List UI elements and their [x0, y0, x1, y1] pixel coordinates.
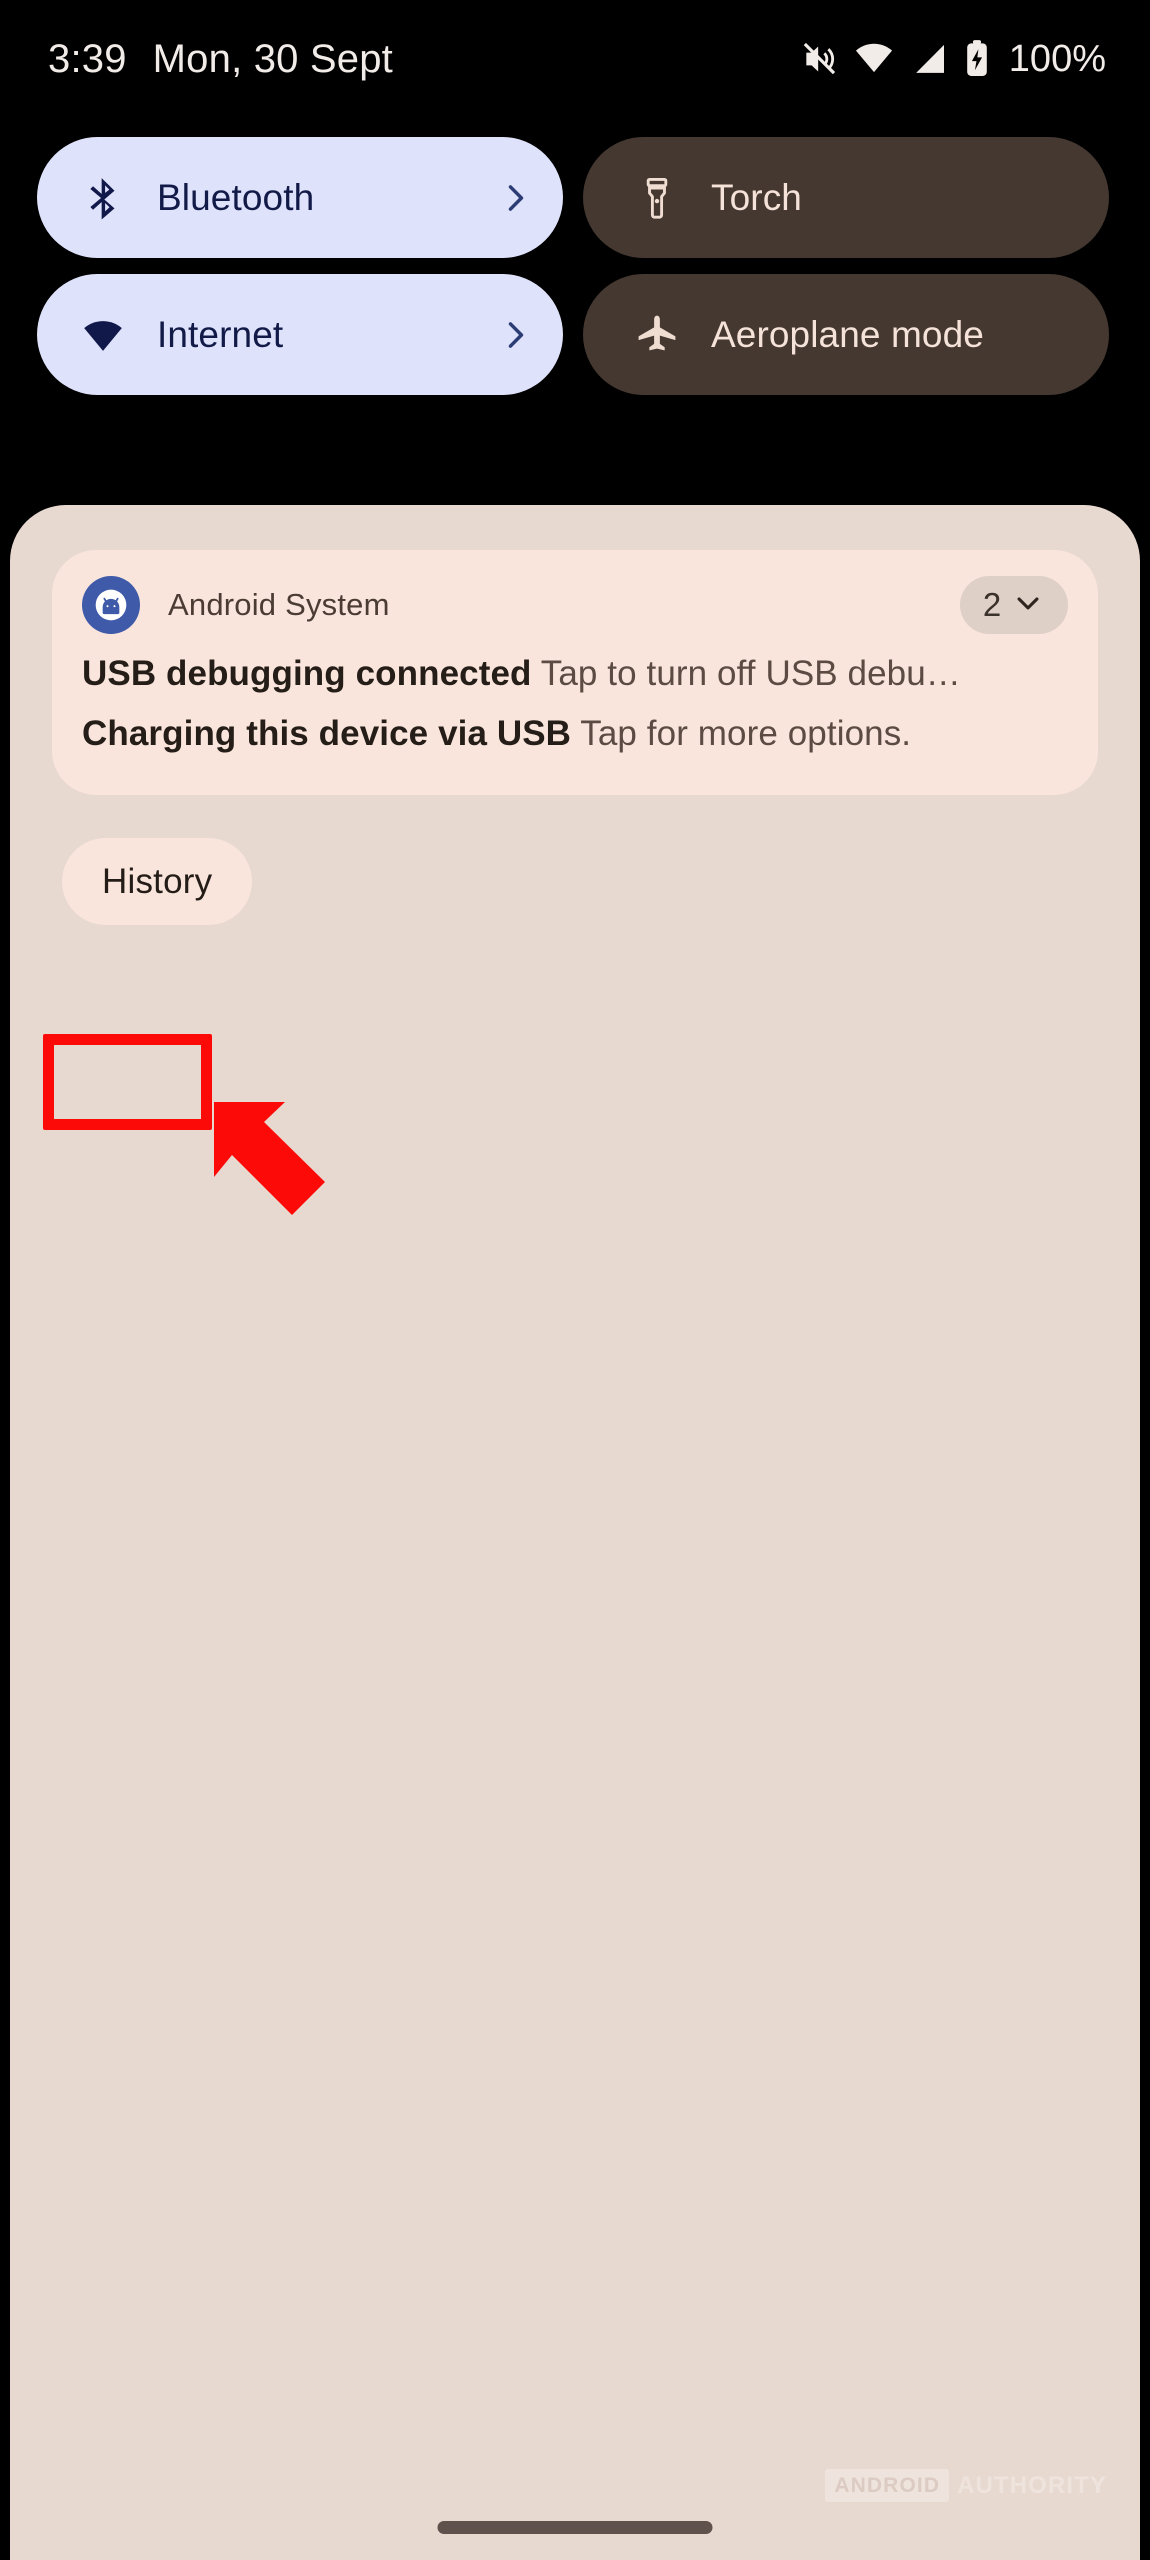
chevron-right-icon[interactable] — [497, 180, 533, 216]
status-bar-date: Mon, 30 Sept — [152, 36, 393, 81]
quick-settings-panel: Bluetooth Torch Internet Aeroplane mode — [0, 118, 1150, 411]
notification-title: USB debugging connected — [82, 654, 532, 693]
history-button-label: History — [102, 861, 213, 901]
battery-percentage: 100% — [1008, 37, 1106, 80]
watermark-box: ANDROID — [825, 2469, 950, 2502]
qs-tile-bluetooth[interactable]: Bluetooth — [37, 137, 563, 258]
notification-expand-button[interactable]: 2 — [960, 576, 1068, 634]
gesture-nav-pill[interactable] — [437, 2521, 713, 2534]
watermark-box-text: ANDROID — [834, 2474, 941, 2497]
watermark: ANDROID AUTHORITY — [825, 2469, 1107, 2502]
status-bar-left: 3:39 Mon, 30 Sept — [48, 37, 393, 82]
notification-body: Tap to turn off USB debu… — [540, 654, 961, 693]
quick-settings-row-2: Internet Aeroplane mode — [37, 274, 1113, 395]
annotation-arrow-icon — [180, 1100, 325, 1215]
notification-shade: Android System 2 USB debugging connected… — [10, 505, 1140, 2560]
qs-tile-torch-label: Torch — [711, 176, 802, 218]
bluetooth-icon — [77, 175, 129, 221]
notification-count-badge: 2 — [982, 586, 1002, 623]
notification-title: Charging this device via USB — [82, 714, 572, 753]
mute-icon — [799, 39, 839, 79]
wifi-icon — [77, 312, 129, 358]
battery-charging-icon — [963, 38, 991, 80]
wifi-icon — [853, 38, 895, 80]
notification-body: Tap for more options. — [580, 714, 912, 753]
notification-line[interactable]: Charging this device via USB Tap for mor… — [82, 714, 1068, 754]
aeroplane-icon — [631, 312, 683, 358]
qs-tile-internet[interactable]: Internet — [37, 274, 563, 395]
qs-tile-internet-label: Internet — [157, 313, 284, 355]
chevron-down-icon — [1011, 586, 1045, 625]
signal-icon — [909, 39, 949, 79]
qs-tile-bluetooth-label: Bluetooth — [157, 176, 315, 218]
chevron-right-icon[interactable] — [497, 317, 533, 353]
watermark-text: AUTHORITY — [957, 2471, 1107, 2499]
status-bar: 3:39 Mon, 30 Sept 100% — [0, 0, 1150, 118]
history-button[interactable]: History — [62, 838, 253, 925]
android-system-icon — [82, 576, 140, 634]
qs-tile-aeroplane-mode[interactable]: Aeroplane mode — [583, 274, 1109, 395]
quick-settings-row-1: Bluetooth Torch — [37, 137, 1113, 258]
notification-header: Android System 2 — [82, 576, 1068, 634]
annotation-highlight-rect — [43, 1034, 212, 1130]
flashlight-icon — [631, 175, 683, 221]
status-bar-right: 100% — [799, 38, 1106, 81]
qs-tile-torch[interactable]: Torch — [583, 137, 1109, 258]
notification-card-android-system[interactable]: Android System 2 USB debugging connected… — [52, 550, 1098, 795]
phone-screen: 3:39 Mon, 30 Sept 100% Bluetooth Torch I… — [0, 0, 1150, 2560]
status-bar-clock: 3:39 — [48, 36, 127, 81]
qs-tile-aeroplane-mode-label: Aeroplane mode — [711, 313, 984, 355]
notification-line[interactable]: USB debugging connected Tap to turn off … — [82, 654, 1068, 694]
notification-app-name: Android System — [168, 587, 390, 622]
